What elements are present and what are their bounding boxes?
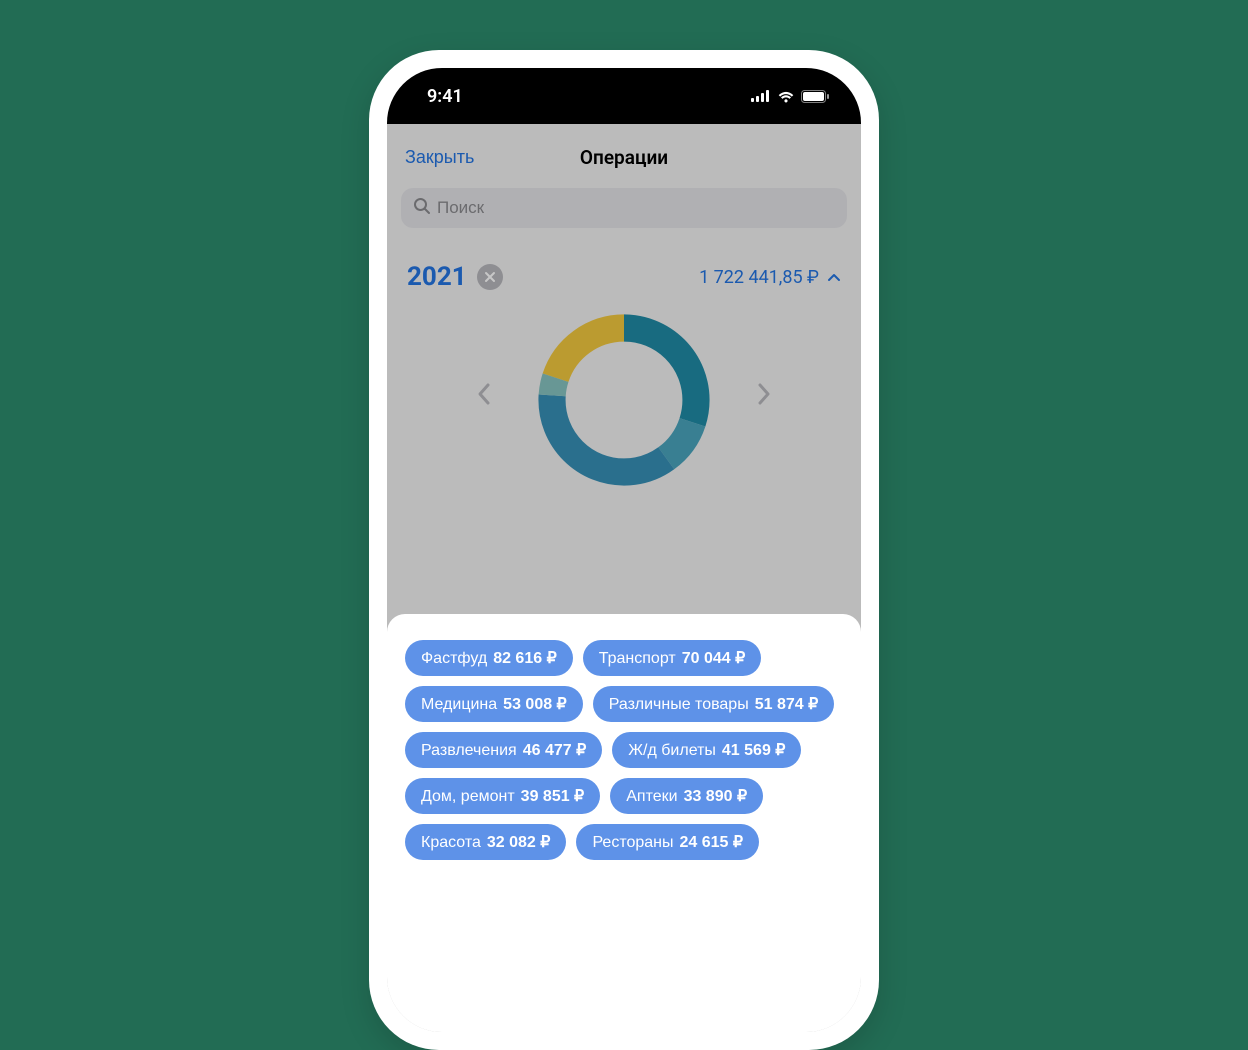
phone-screen: 9:41 Закрыть Операции	[387, 68, 861, 1032]
close-icon	[484, 271, 496, 283]
chevron-right-icon	[757, 382, 771, 406]
status-time: 9:41	[427, 86, 463, 107]
category-amount: 70 044 ₽	[682, 648, 746, 668]
search-wrap	[387, 180, 861, 234]
category-chip[interactable]: Медицина 53 008 ₽	[405, 686, 583, 722]
total-toggle[interactable]: 1 722 441,85 ₽	[699, 267, 841, 288]
category-chip[interactable]: Различные товары 51 874 ₽	[593, 686, 835, 722]
category-label: Аптеки	[626, 788, 677, 806]
categories-bottom-sheet[interactable]: Фастфуд 82 616 ₽ Транспорт 70 044 ₽ Медицина…	[387, 614, 861, 1032]
wifi-icon	[777, 90, 795, 103]
category-chip[interactable]: Фастфуд 82 616 ₽	[405, 640, 573, 676]
total-amount: 1 722 441,85 ₽	[699, 267, 819, 288]
category-chip[interactable]: Дом, ремонт 39 851 ₽	[405, 778, 600, 814]
summary-row: 2021 1 722 441,85 ₽	[387, 234, 861, 300]
year-filter[interactable]: 2021	[407, 262, 467, 292]
category-amount: 24 615 ₽	[680, 832, 744, 852]
phone-frame: 9:41 Закрыть Операции	[369, 50, 879, 1050]
category-chip[interactable]: Рестораны 24 615 ₽	[576, 824, 759, 860]
category-chips: Фастфуд 82 616 ₽ Транспорт 70 044 ₽ Медицина…	[405, 640, 843, 860]
spending-donut-chart	[529, 305, 719, 495]
category-label: Дом, ремонт	[421, 788, 515, 806]
category-label: Рестораны	[592, 834, 673, 852]
app-body: Закрыть Операции 2021	[387, 124, 861, 1032]
nav-bar: Закрыть Операции	[387, 124, 861, 180]
donut-segment	[552, 328, 696, 472]
chart-next-button[interactable]	[749, 372, 779, 422]
category-chip[interactable]: Транспорт 70 044 ₽	[583, 640, 762, 676]
category-chip[interactable]: Красота 32 082 ₽	[405, 824, 566, 860]
search-field[interactable]	[401, 188, 847, 228]
category-label: Фастфуд	[421, 650, 487, 668]
category-chip[interactable]: Ж/д билеты 41 569 ₽	[612, 732, 801, 768]
chart-row	[387, 300, 861, 480]
page-title: Операции	[387, 146, 861, 169]
category-label: Развлечения	[421, 742, 517, 760]
category-label: Транспорт	[599, 650, 676, 668]
category-label: Ж/д билеты	[628, 742, 716, 760]
category-chip[interactable]: Аптеки 33 890 ₽	[610, 778, 763, 814]
category-amount: 32 082 ₽	[487, 832, 551, 852]
clear-year-button[interactable]	[477, 264, 503, 290]
cellular-signal-icon	[751, 90, 771, 102]
category-amount: 41 569 ₽	[722, 740, 786, 760]
battery-icon	[801, 90, 829, 103]
category-amount: 33 890 ₽	[684, 786, 748, 806]
search-icon	[413, 197, 431, 219]
status-icons	[751, 90, 829, 103]
chevron-left-icon	[477, 382, 491, 406]
category-amount: 46 477 ₽	[523, 740, 587, 760]
category-amount: 82 616 ₽	[493, 648, 557, 668]
category-label: Медицина	[421, 696, 497, 714]
category-label: Различные товары	[609, 696, 749, 714]
chart-prev-button[interactable]	[469, 372, 499, 422]
phone-notch	[524, 68, 724, 102]
chevron-up-icon	[827, 272, 841, 282]
category-label: Красота	[421, 834, 481, 852]
category-amount: 53 008 ₽	[503, 694, 567, 714]
search-input[interactable]	[437, 198, 835, 218]
category-amount: 51 874 ₽	[755, 694, 819, 714]
category-chip[interactable]: Развлечения 46 477 ₽	[405, 732, 602, 768]
category-amount: 39 851 ₽	[521, 786, 585, 806]
